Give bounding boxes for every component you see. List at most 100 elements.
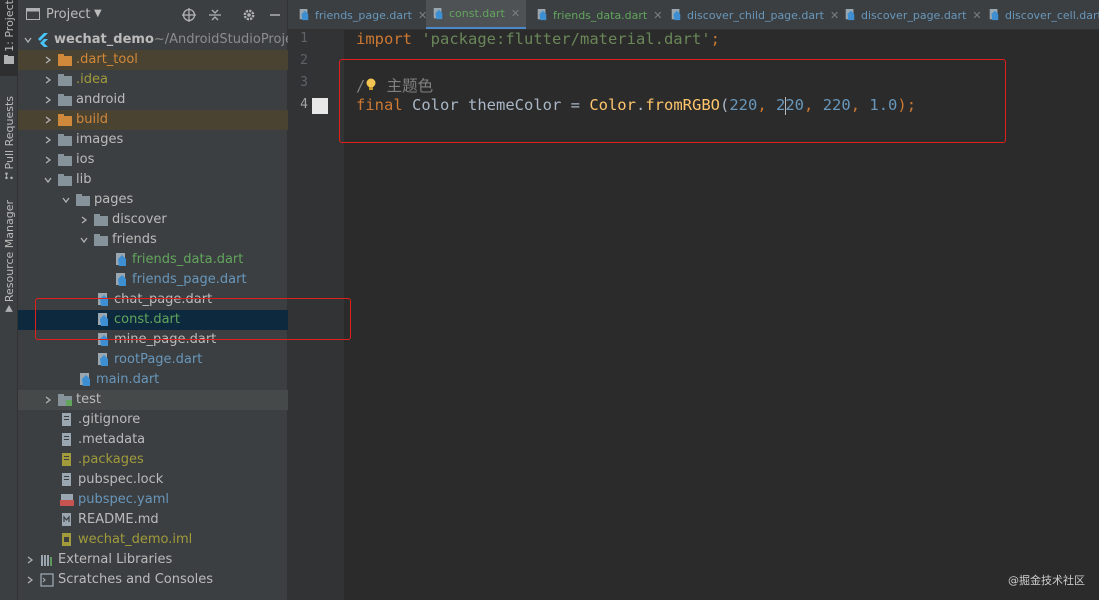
tree-item-path: ~/AndroidStudioProject [153, 32, 306, 47]
dart-file-icon [114, 253, 128, 267]
project-tool-tab[interactable]: 1: Project [0, 0, 18, 76]
chevron-right-icon[interactable] [24, 550, 36, 570]
project-panel-header: Project ▼ [18, 0, 288, 30]
scratches-icon [40, 573, 54, 587]
gear-icon[interactable] [240, 6, 258, 24]
tree-item-friends-data-dart[interactable]: friends_data.dart [18, 250, 288, 270]
project-view-icon [26, 8, 40, 20]
tree-item-idea[interactable]: .idea [18, 70, 288, 90]
tree-item-label: wechat_demo [54, 32, 154, 47]
tree-item-readme[interactable]: README.md [18, 510, 288, 530]
tab-const-dart[interactable]: const.dart ✕ [426, 0, 527, 29]
text-file-icon [60, 453, 74, 467]
chevron-down-icon[interactable] [42, 170, 54, 190]
folder-icon [94, 233, 108, 247]
tree-item-images[interactable]: images [18, 130, 288, 150]
close-icon[interactable]: ✕ [511, 7, 520, 20]
chevron-right-icon[interactable] [42, 90, 54, 110]
tab-friends-data-dart[interactable]: friends_data.dart ✕ [530, 0, 668, 29]
annotation-box-file [35, 298, 351, 340]
pull-requests-tab-label: Pull Requests [2, 96, 16, 170]
tree-item-packages[interactable]: .packages [18, 450, 288, 470]
tree-item-label: pubspec.yaml [78, 492, 169, 507]
tree-item-build[interactable]: build [18, 110, 288, 130]
semicolon: ; [710, 30, 720, 48]
chevron-right-icon[interactable] [42, 390, 54, 410]
tree-item-pubspec-lock[interactable]: pubspec.lock [18, 470, 288, 490]
tree-item-lib[interactable]: lib [18, 170, 288, 190]
chevron-down-icon[interactable] [60, 190, 72, 210]
tab-label: discover_child_page.dart [687, 8, 824, 22]
tab-label: discover_cell.dart [1005, 8, 1099, 22]
minimize-icon[interactable] [266, 6, 284, 24]
project-view-title[interactable]: Project [46, 7, 90, 22]
dart-file-icon [96, 353, 110, 367]
string-literal: 'package:flutter/material.dart' [421, 30, 711, 48]
close-icon[interactable]: ✕ [972, 9, 981, 22]
tab-friends-page-dart[interactable]: friends_page.dart ✕ [292, 0, 433, 29]
tree-item-friends-page-dart[interactable]: friends_page.dart [18, 270, 288, 290]
locate-target-icon[interactable] [180, 6, 198, 24]
tree-item-metadata[interactable]: .metadata [18, 430, 288, 450]
chevron-right-icon[interactable] [42, 70, 54, 90]
tree-item-friends[interactable]: friends [18, 230, 288, 250]
tree-item-label: pubspec.lock [78, 472, 164, 487]
tree-item-ios[interactable]: ios [18, 150, 288, 170]
tree-item-android[interactable]: android [18, 90, 288, 110]
tree-item-test[interactable]: test [18, 390, 288, 410]
chevron-right-icon[interactable] [42, 110, 54, 130]
tree-item-dart-tool[interactable]: .dart_tool [18, 50, 288, 70]
tree-item-wechat-demo-iml[interactable]: wechat_demo.iml [18, 530, 288, 550]
tree-item-rootpage-dart[interactable]: rootPage.dart [18, 350, 288, 370]
chevron-right-icon[interactable] [24, 570, 36, 590]
collapse-all-icon[interactable] [206, 6, 224, 24]
tab-label: friends_page.dart [315, 8, 412, 22]
tree-item-pubspec-yaml[interactable]: pubspec.yaml [18, 490, 288, 510]
pull-requests-tool-tab[interactable]: Pull Requests [0, 96, 18, 180]
library-icon [40, 553, 54, 567]
tab-label: discover_page.dart [861, 8, 967, 22]
breakpoint-marker[interactable] [312, 98, 328, 114]
chevron-right-icon[interactable] [78, 210, 90, 230]
tree-item-gitignore[interactable]: .gitignore [18, 410, 288, 430]
folder-icon [4, 54, 14, 64]
dart-file-icon [114, 273, 128, 287]
text-file-icon [60, 473, 74, 487]
tree-item-wechat-demo[interactable]: wechat_demo ~/AndroidStudioProject [18, 30, 305, 50]
chevron-down-icon[interactable] [78, 230, 90, 250]
line-number: 1 [300, 31, 308, 46]
chevron-down-icon[interactable]: ▼ [94, 8, 102, 19]
chevron-right-icon[interactable] [42, 150, 54, 170]
chevron-right-icon[interactable] [42, 50, 54, 70]
tree-item-discover[interactable]: discover [18, 210, 288, 230]
pull-request-icon [5, 172, 13, 180]
tab-label: friends_data.dart [553, 8, 648, 22]
chevron-right-icon[interactable] [42, 130, 54, 150]
folder-icon [58, 53, 72, 67]
markdown-file-icon [60, 513, 74, 527]
tool-window-strip: 1: Project Pull Requests Resource Manage… [0, 0, 18, 600]
folder-icon [58, 393, 72, 407]
folder-icon [58, 73, 72, 87]
dart-file-icon [78, 373, 92, 387]
tree-item-pages[interactable]: pages [18, 190, 288, 210]
tree-item-main-dart[interactable]: main.dart [18, 370, 288, 390]
folder-icon [58, 93, 72, 107]
tree-item-label: lib [76, 172, 92, 187]
tree-item-scratches-consoles[interactable]: Scratches and Consoles [18, 570, 288, 590]
dart-file-icon [671, 9, 681, 21]
tree-item-label: main.dart [96, 372, 160, 387]
flutter-module-icon [36, 33, 50, 47]
resource-manager-icon [5, 305, 13, 312]
dart-file-icon [537, 9, 547, 21]
chevron-down-icon[interactable] [24, 30, 32, 50]
tab-discover-cell-dart[interactable]: discover_cell.dart [982, 0, 1099, 29]
close-icon[interactable]: ✕ [653, 9, 662, 22]
tab-discover-child-page-dart[interactable]: discover_child_page.dart ✕ [664, 0, 845, 29]
tree-item-label: .idea [76, 72, 108, 87]
tab-discover-page-dart[interactable]: discover_page.dart ✕ [838, 0, 988, 29]
dart-file-icon [299, 9, 309, 21]
resource-manager-tool-tab[interactable]: Resource Manager [0, 200, 18, 312]
tree-item-external-libraries[interactable]: External Libraries [18, 550, 288, 570]
folder-icon [76, 193, 90, 207]
